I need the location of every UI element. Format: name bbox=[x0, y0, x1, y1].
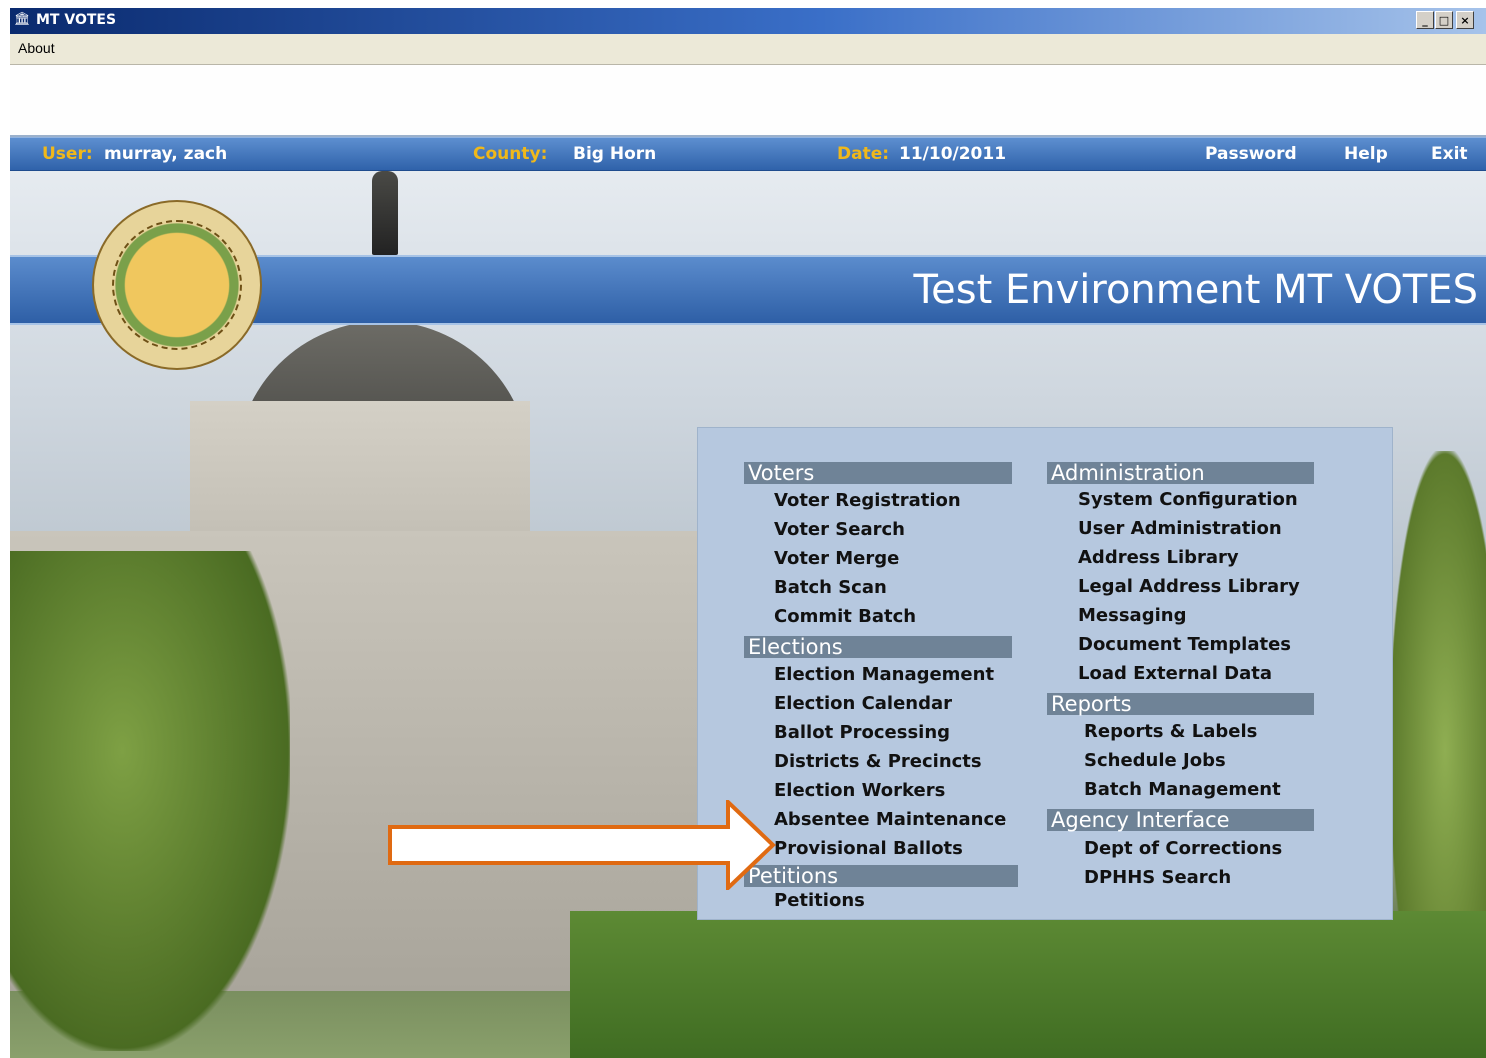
menu-item-document-templates[interactable]: Document Templates bbox=[1078, 634, 1291, 655]
tree-left bbox=[10, 551, 290, 1051]
menu-item-address-library[interactable]: Address Library bbox=[1078, 547, 1239, 568]
menu-item-batch-scan[interactable]: Batch Scan bbox=[774, 577, 887, 598]
statue-silhouette bbox=[372, 171, 398, 255]
menu-item-load-external-data[interactable]: Load External Data bbox=[1078, 663, 1272, 684]
menu-item-election-management[interactable]: Election Management bbox=[774, 664, 994, 685]
seal-ring bbox=[112, 220, 242, 350]
menu-item-provisional-ballots[interactable]: Provisional Ballots bbox=[774, 838, 963, 859]
menu-item-voter-search[interactable]: Voter Search bbox=[774, 519, 905, 540]
menu-item-election-workers[interactable]: Election Workers bbox=[774, 780, 945, 801]
section-header-elections: Elections bbox=[744, 636, 1012, 658]
menu-item-commit-batch[interactable]: Commit Batch bbox=[774, 606, 916, 627]
date-value: 11/10/2011 bbox=[899, 144, 1007, 164]
close-button[interactable]: × bbox=[1456, 11, 1474, 29]
menu-item-system-configuration[interactable]: System Configuration bbox=[1078, 489, 1298, 510]
help-link[interactable]: Help bbox=[1344, 144, 1388, 164]
date-label: Date: bbox=[837, 144, 890, 164]
menu-item-dphhs-search[interactable]: DPHHS Search bbox=[1084, 867, 1231, 888]
user-bar: User: murray, zach County: Big Horn Date… bbox=[10, 137, 1486, 172]
state-seal-logo bbox=[92, 200, 262, 370]
minimize-button[interactable]: _ bbox=[1416, 11, 1434, 29]
window-title: MT VOTES bbox=[36, 12, 117, 28]
header-strip bbox=[10, 65, 1486, 137]
menu-item-ballot-processing[interactable]: Ballot Processing bbox=[774, 722, 950, 743]
section-header-agency-interface: Agency Interface bbox=[1047, 809, 1314, 831]
section-header-reports: Reports bbox=[1047, 693, 1314, 715]
menu-item-dept-of-corrections[interactable]: Dept of Corrections bbox=[1084, 838, 1282, 859]
menu-item-reports-labels[interactable]: Reports & Labels bbox=[1084, 721, 1257, 742]
user-label: User: bbox=[42, 144, 93, 164]
menu-item-petitions[interactable]: Petitions bbox=[774, 890, 865, 911]
banner-title: Test Environment MT VOTES bbox=[913, 267, 1478, 313]
county-label: County: bbox=[473, 144, 548, 164]
exit-link[interactable]: Exit bbox=[1431, 144, 1468, 164]
capitol-icon: 🏛 bbox=[14, 12, 31, 27]
menu-item-schedule-jobs[interactable]: Schedule Jobs bbox=[1084, 750, 1226, 771]
menu-item-batch-management[interactable]: Batch Management bbox=[1084, 779, 1281, 800]
lawn bbox=[570, 911, 1486, 1058]
main-menu-panel: Voters Voter Registration Voter Search V… bbox=[697, 427, 1393, 920]
menubar: About bbox=[10, 34, 1486, 65]
section-header-voters: Voters bbox=[744, 462, 1012, 484]
about-menu[interactable]: About bbox=[18, 40, 55, 56]
user-value: murray, zach bbox=[104, 144, 228, 164]
maximize-button[interactable]: □ bbox=[1435, 11, 1453, 29]
password-link[interactable]: Password bbox=[1205, 144, 1297, 164]
section-header-petitions: Petitions bbox=[744, 865, 1018, 887]
county-value: Big Horn bbox=[573, 144, 657, 164]
menu-item-legal-address-library[interactable]: Legal Address Library bbox=[1078, 576, 1300, 597]
arrow-pointer-icon bbox=[388, 800, 776, 890]
menu-item-voter-registration[interactable]: Voter Registration bbox=[774, 490, 961, 511]
menu-item-voter-merge[interactable]: Voter Merge bbox=[774, 548, 899, 569]
section-header-administration: Administration bbox=[1047, 462, 1314, 484]
window-titlebar: 🏛 MT VOTES _ □ × bbox=[10, 8, 1486, 34]
menu-item-districts-precincts[interactable]: Districts & Precincts bbox=[774, 751, 982, 772]
menu-item-election-calendar[interactable]: Election Calendar bbox=[774, 693, 952, 714]
menu-item-user-administration[interactable]: User Administration bbox=[1078, 518, 1282, 539]
menu-item-messaging[interactable]: Messaging bbox=[1078, 605, 1186, 626]
menu-item-absentee-maintenance[interactable]: Absentee Maintenance bbox=[774, 809, 1006, 830]
